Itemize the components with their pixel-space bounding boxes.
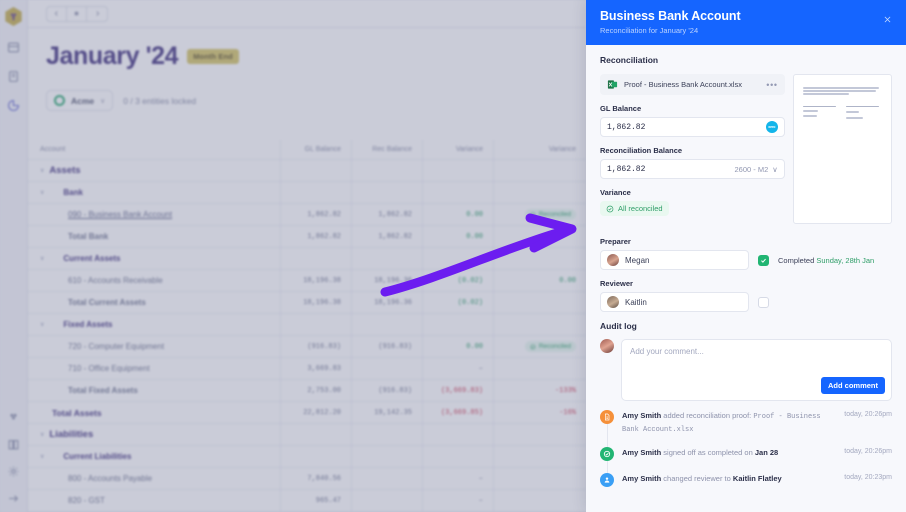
preparer-status-date: Sunday, 28th Jan — [816, 255, 875, 265]
preparer-checkbox[interactable] — [758, 254, 769, 266]
entry-timestamp: today, 20:26pm — [844, 411, 892, 418]
entry-detail: Jan 28 — [754, 448, 779, 457]
rec-balance-field[interactable]: 1,862.82 2600 - M2 ∨ — [600, 159, 785, 179]
rec-account-select[interactable]: 2600 - M2 ∨ — [735, 165, 778, 174]
file-menu-icon[interactable]: ••• — [766, 80, 778, 89]
rec-balance-label: Reconciliation Balance — [600, 146, 683, 155]
timeline-connector — [606, 461, 608, 473]
variance-status-text: All reconciled — [618, 204, 663, 213]
rec-balance-value: 1,862.82 — [607, 164, 646, 174]
preparer-status: Completed Sunday, 28th Jan — [778, 256, 874, 265]
variance-label: Variance — [600, 188, 631, 197]
app-root: January '24 Month End Acme ∨ 0 / 3 entit… — [0, 0, 906, 512]
gl-balance-label: GL Balance — [600, 104, 642, 113]
entry-actor: Amy Smith — [622, 474, 662, 483]
reviewer-label: Reviewer — [600, 279, 633, 288]
panel-title: Business Bank Account — [600, 9, 741, 23]
gl-balance-value: 1,862.82 — [607, 122, 646, 132]
avatar — [607, 254, 619, 266]
variance-status-badge: All reconciled — [600, 201, 669, 216]
add-comment-button[interactable]: Add comment — [820, 377, 885, 394]
preparer-status-prefix: Completed — [778, 255, 817, 265]
comment-placeholder: Add your comment... — [630, 347, 704, 356]
check-icon — [761, 258, 766, 263]
audit-log-section: Audit log Add your comment... Add commen… — [586, 312, 906, 499]
reviewer-checkbox[interactable] — [758, 296, 769, 308]
close-icon[interactable] — [883, 11, 895, 23]
reviewer-block: Reviewer Kaitlin — [600, 279, 892, 312]
reviewer-name: Kaitlin — [625, 297, 647, 307]
entry-detail: Kaitlin Flatley — [732, 474, 782, 483]
check-circle-icon — [606, 205, 614, 212]
proof-preview-thumbnail[interactable] — [792, 74, 892, 224]
audit-log-entry: Amy Smith changed reviewer to Kaitlin Fl… — [600, 473, 892, 499]
rec-account-value: 2600 - M2 — [734, 164, 769, 174]
signoff-section: Preparer Megan Completed Sunday, 28th Ja… — [586, 224, 906, 312]
preparer-field[interactable]: Megan — [600, 250, 749, 270]
preparer-name: Megan — [625, 255, 650, 265]
entry-actor: Amy Smith — [622, 448, 662, 457]
avatar — [600, 339, 614, 353]
person-icon — [600, 473, 614, 487]
gl-balance-field[interactable]: 1,862.82 xero — [600, 117, 785, 137]
reconciliation-section: Reconciliation Proof - Business Bank Acc… — [586, 45, 906, 224]
proof-file-name: Proof - Business Bank Account.xlsx — [624, 80, 742, 89]
audit-log-title: Audit log — [600, 321, 637, 331]
chevron-down-icon: ∨ — [772, 164, 778, 174]
reviewer-field[interactable]: Kaitlin — [600, 292, 749, 312]
preparer-block: Preparer Megan Completed Sunday, 28th Ja… — [600, 237, 892, 270]
panel-body: Reconciliation Proof - Business Bank Acc… — [586, 45, 906, 512]
entry-text: Amy Smith added reconciliation proof: Pr… — [622, 410, 836, 435]
check-circle-icon — [600, 447, 614, 461]
background-dim-overlay — [0, 0, 586, 512]
reconciliation-detail-panel: Business Bank Account Reconciliation for… — [586, 0, 906, 512]
entry-action: changed reviewer to — [661, 474, 733, 483]
timeline-connector — [606, 424, 608, 447]
preparer-label: Preparer — [600, 237, 631, 246]
xero-icon: xero — [765, 121, 778, 133]
entry-timestamp: today, 20:23pm — [844, 474, 892, 481]
comment-input[interactable]: Add your comment... Add comment — [621, 339, 892, 401]
entry-text: Amy Smith changed reviewer to Kaitlin Fl… — [622, 473, 836, 487]
entry-text: Amy Smith signed off as completed on Jan… — [622, 447, 836, 461]
avatar — [607, 296, 619, 308]
audit-log-entry: Amy Smith added reconciliation proof: Pr… — [600, 410, 892, 447]
entry-action: signed off as completed on — [661, 448, 755, 457]
excel-file-icon — [607, 80, 618, 89]
panel-header: Business Bank Account Reconciliation for… — [586, 0, 906, 45]
reconciliation-section-title: Reconciliation — [600, 55, 659, 65]
entry-action: added reconciliation proof: — [661, 411, 754, 420]
audit-log-entry: Amy Smith signed off as completed on Jan… — [600, 447, 892, 473]
entry-actor: Amy Smith — [622, 411, 662, 420]
entry-timestamp: today, 20:26pm — [844, 448, 892, 455]
panel-subtitle: Reconciliation for January '24 — [600, 26, 699, 35]
audit-log-list: Amy Smith added reconciliation proof: Pr… — [600, 410, 892, 499]
proof-file-row[interactable]: Proof - Business Bank Account.xlsx ••• — [600, 74, 785, 95]
document-icon — [600, 410, 614, 424]
